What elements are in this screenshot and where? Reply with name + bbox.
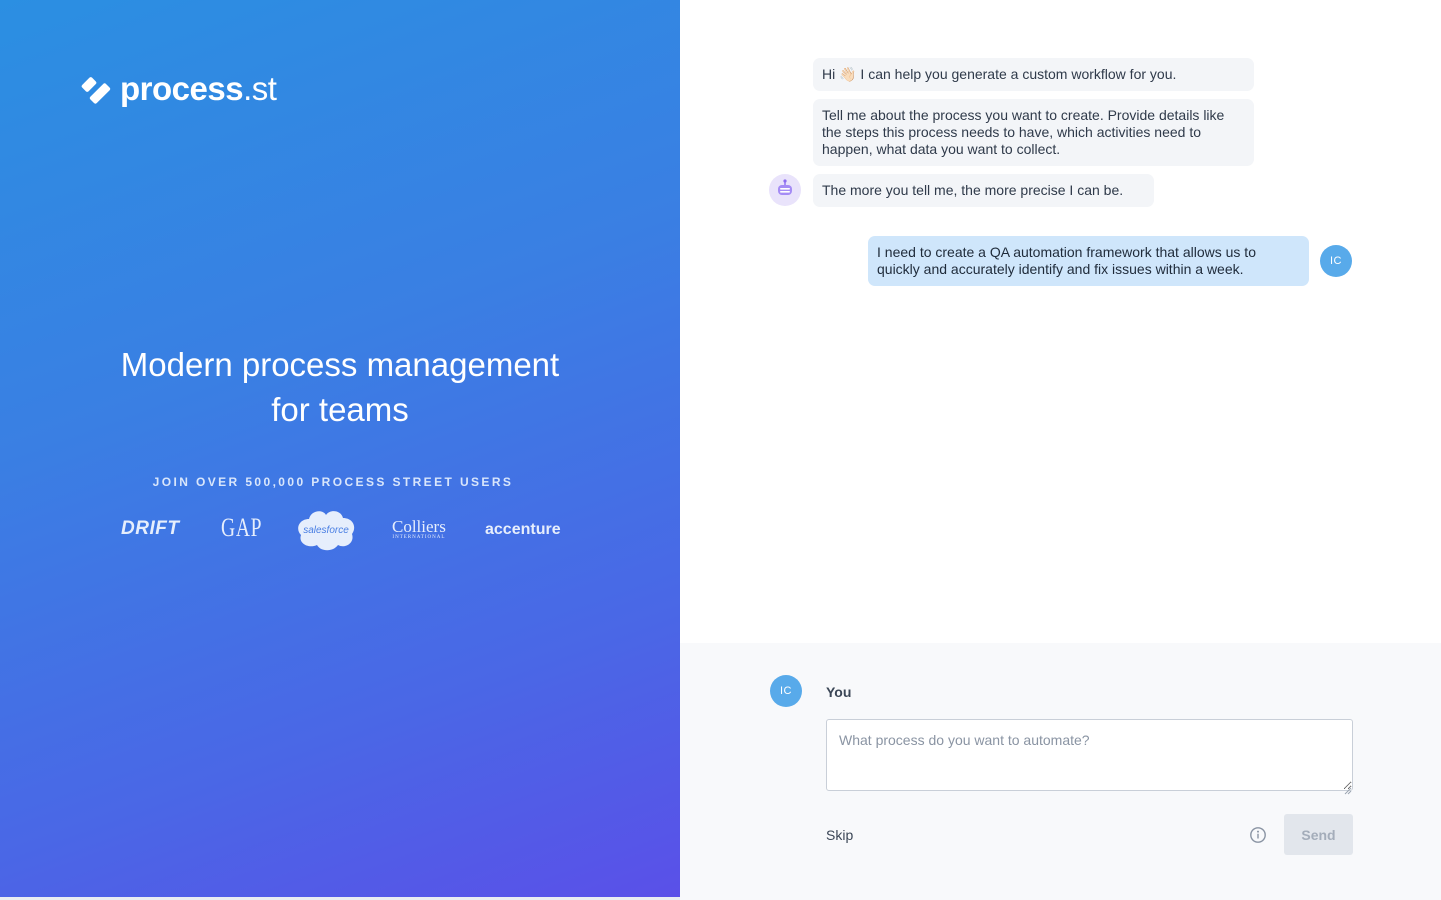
- brand-panel: process.st Modern process management for…: [0, 0, 680, 897]
- salesforce-logo: salesforce: [295, 507, 357, 551]
- info-circle-icon[interactable]: [1249, 826, 1267, 844]
- bot-message: Tell me about the process you want to cr…: [813, 99, 1254, 166]
- join-tagline: JOIN OVER 500,000 PROCESS STREET USERS: [152, 475, 514, 489]
- svg-text:salesforce: salesforce: [303, 525, 349, 536]
- user-message: I need to create a QA automation framewo…: [868, 236, 1309, 286]
- accenture-logo: accenture: [485, 521, 561, 538]
- robot-icon: [775, 178, 795, 203]
- chat-history[interactable]: Hi 👋🏻 I can help you generate a custom w…: [680, 0, 1441, 643]
- process-description-input[interactable]: [826, 719, 1353, 791]
- customer-logos: DRIFT GAP salesforce Colliers INTERNATIO…: [0, 505, 680, 553]
- colliers-logo: Colliers INTERNATIONAL: [392, 517, 446, 540]
- skip-button[interactable]: Skip: [826, 827, 853, 843]
- bot-message: The more you tell me, the more precise I…: [813, 174, 1154, 207]
- user-avatar: IC: [1320, 245, 1352, 277]
- headline: Modern process management for teams: [120, 346, 560, 428]
- bot-avatar: [769, 174, 801, 206]
- process-street-logo[interactable]: process.st: [80, 70, 277, 108]
- bot-message: Hi 👋🏻 I can help you generate a custom w…: [813, 58, 1254, 91]
- chat-panel: Hi 👋🏻 I can help you generate a custom w…: [680, 0, 1441, 900]
- process-street-logo-icon: [80, 71, 114, 107]
- logo-text: process.st: [120, 70, 277, 107]
- composer-user-label: You: [826, 684, 852, 700]
- gap-logo: GAP: [221, 513, 263, 542]
- user-avatar: IC: [770, 675, 802, 707]
- drift-logo: DRIFT: [121, 518, 180, 539]
- message-composer: IC You Skip Send: [680, 643, 1441, 900]
- send-button[interactable]: Send: [1284, 814, 1353, 855]
- resize-handle-icon[interactable]: [1344, 782, 1352, 795]
